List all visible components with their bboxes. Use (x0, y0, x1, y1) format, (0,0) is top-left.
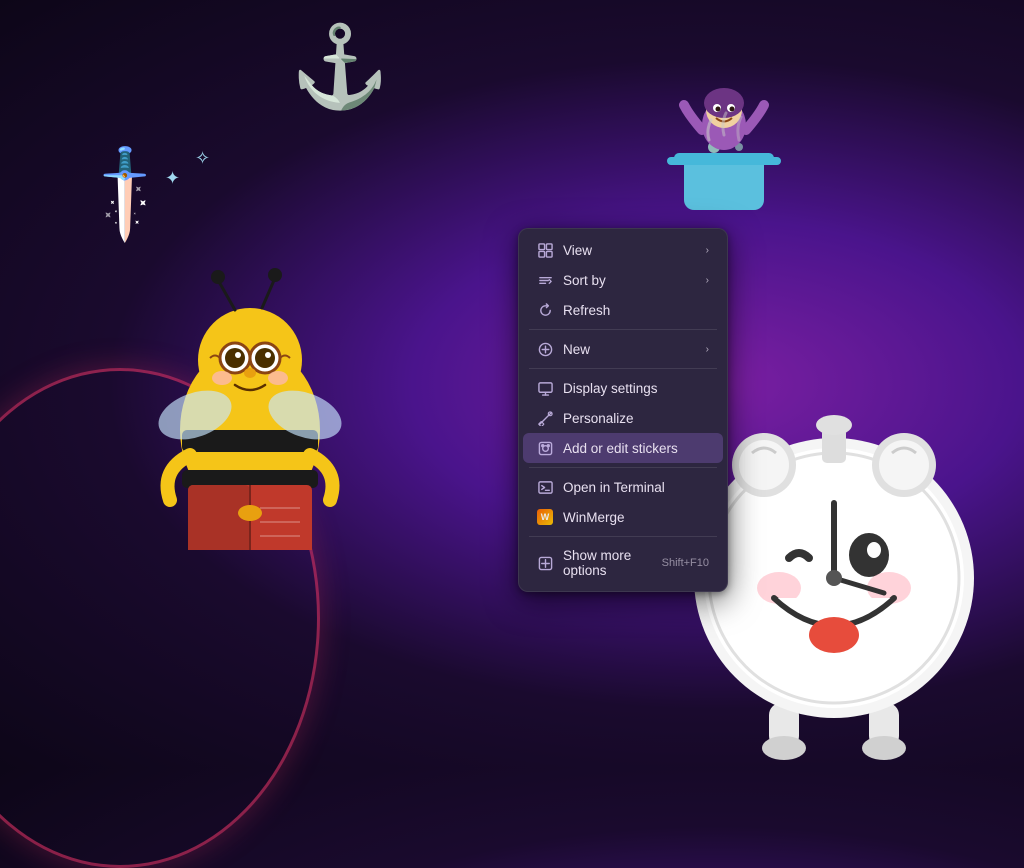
personalize-label: Personalize (563, 411, 709, 426)
witch-sticker (659, 75, 789, 220)
menu-item-display[interactable]: Display settings (523, 373, 723, 403)
divider-3 (529, 467, 717, 468)
display-icon (537, 380, 553, 396)
refresh-icon (537, 302, 553, 318)
menu-item-refresh[interactable]: Refresh (523, 295, 723, 325)
sparkle-2: ✧ (195, 148, 210, 169)
new-arrow: › (706, 344, 709, 355)
more-icon (537, 555, 553, 571)
more-label: Show more options (563, 548, 652, 578)
menu-item-personalize[interactable]: Personalize (523, 403, 723, 433)
sort-icon (537, 272, 553, 288)
refresh-label: Refresh (563, 303, 709, 318)
winmerge-label: WinMerge (563, 510, 709, 525)
anchor-sticker: ⚓ (290, 20, 390, 114)
bee-sticker (100, 230, 400, 550)
more-shortcut: Shift+F10 (662, 557, 709, 569)
terminal-icon (537, 479, 553, 495)
sort-label: Sort by (563, 273, 696, 288)
menu-item-more[interactable]: Show more options Shift+F10 (523, 541, 723, 585)
sort-arrow: › (706, 275, 709, 286)
divider-2 (529, 368, 717, 369)
menu-item-winmerge[interactable]: W WinMerge (523, 502, 723, 532)
menu-item-stickers[interactable]: Add or edit stickers (523, 433, 723, 463)
menu-item-terminal[interactable]: Open in Terminal (523, 472, 723, 502)
stickers-label: Add or edit stickers (563, 441, 709, 456)
stickers-icon (537, 440, 553, 456)
terminal-label: Open in Terminal (563, 480, 709, 495)
view-label: View (563, 243, 696, 258)
divider-4 (529, 536, 717, 537)
menu-item-view[interactable]: View › (523, 235, 723, 265)
sparkle-1: ✦ (165, 168, 180, 189)
view-arrow: › (706, 245, 709, 256)
new-label: New (563, 342, 696, 357)
divider-1 (529, 329, 717, 330)
winmerge-icon: W (537, 509, 553, 525)
new-icon (537, 341, 553, 357)
display-label: Display settings (563, 381, 709, 396)
menu-item-sort[interactable]: Sort by › (523, 265, 723, 295)
menu-item-new[interactable]: New › (523, 334, 723, 364)
personalize-icon (537, 410, 553, 426)
view-icon (537, 242, 553, 258)
context-menu: View › Sort by › Refresh (518, 228, 728, 592)
